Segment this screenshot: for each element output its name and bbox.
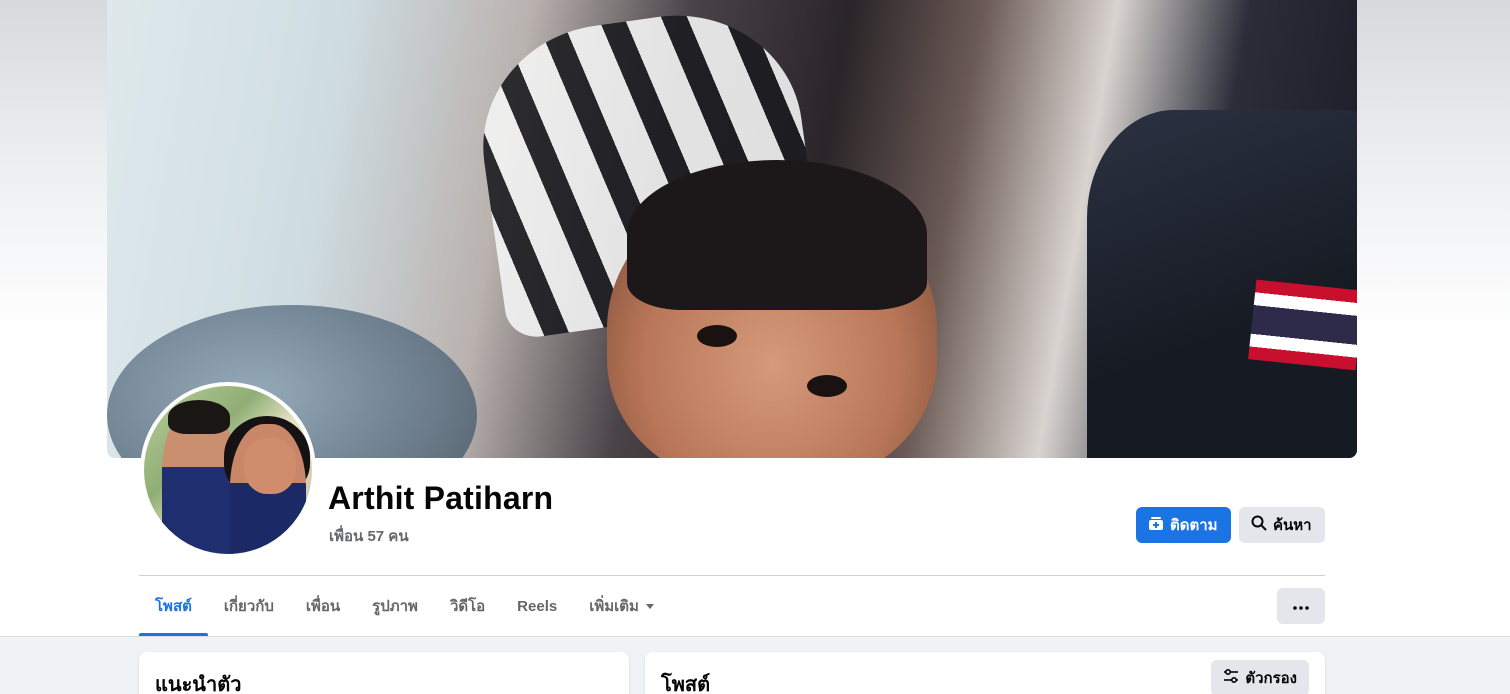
tab-label: เพิ่มเติม xyxy=(589,598,639,615)
cover-photo-child-hair xyxy=(627,160,927,310)
tab-label: รูปภาพ xyxy=(372,598,418,615)
tab-reels[interactable]: Reels xyxy=(501,576,573,636)
header-bottom-border xyxy=(0,636,1510,637)
tab-label: วิดีโอ xyxy=(449,598,486,615)
avatar-person-man-hair xyxy=(168,400,230,434)
cover-photo-flag-patch xyxy=(1248,279,1357,371)
follow-button[interactable]: ติดตาม xyxy=(1136,507,1231,543)
tab-label: เกี่ยวกับ xyxy=(223,598,274,615)
profile-name: Arthit Patiharn xyxy=(328,480,554,516)
tab-posts[interactable]: โพสต์ xyxy=(139,576,208,636)
cover-photo[interactable] xyxy=(107,0,1357,458)
more-dots-icon xyxy=(1293,597,1309,615)
posts-card: โพสต์ ตัวกรอง xyxy=(645,652,1325,694)
tab-friends[interactable]: เพื่อน xyxy=(290,576,356,636)
filter-sliders-icon xyxy=(1223,668,1239,687)
tab-photos[interactable]: รูปภาพ xyxy=(356,576,434,636)
follow-icon xyxy=(1148,515,1164,535)
cover-photo-eye xyxy=(807,375,847,397)
search-profile-button[interactable]: ค้นหา xyxy=(1239,507,1325,543)
tab-label: เพื่อน xyxy=(305,598,341,615)
tab-label: Reels xyxy=(517,597,558,615)
friends-count-link[interactable]: เพื่อน 57 คน xyxy=(329,524,409,548)
intro-title: แนะนำตัว xyxy=(155,674,242,694)
search-icon xyxy=(1251,515,1267,535)
profile-picture[interactable] xyxy=(140,382,316,558)
profile-tabs: โพสต์ เกี่ยวกับ เพื่อน รูปภาพ วิดีโอ Ree… xyxy=(139,576,671,636)
tab-videos[interactable]: วิดีโอ xyxy=(434,576,501,636)
more-options-button[interactable] xyxy=(1277,588,1325,624)
intro-card: แนะนำตัว xyxy=(139,652,629,694)
tab-more[interactable]: เพิ่มเติม xyxy=(573,576,671,636)
cover-photo-eye xyxy=(697,325,737,347)
filter-button[interactable]: ตัวกรอง xyxy=(1211,660,1309,694)
tab-about[interactable]: เกี่ยวกับ xyxy=(208,576,290,636)
filter-button-label: ตัวกรอง xyxy=(1245,670,1297,687)
caret-down-icon xyxy=(645,598,655,615)
avatar xyxy=(144,386,312,554)
tab-label: โพสต์ xyxy=(155,598,192,615)
posts-title: โพสต์ xyxy=(661,674,711,694)
avatar-person-woman-face xyxy=(244,438,296,494)
search-button-label: ค้นหา xyxy=(1273,517,1312,534)
cover-photo-dark-jersey xyxy=(1087,110,1357,458)
follow-button-label: ติดตาม xyxy=(1170,517,1218,534)
